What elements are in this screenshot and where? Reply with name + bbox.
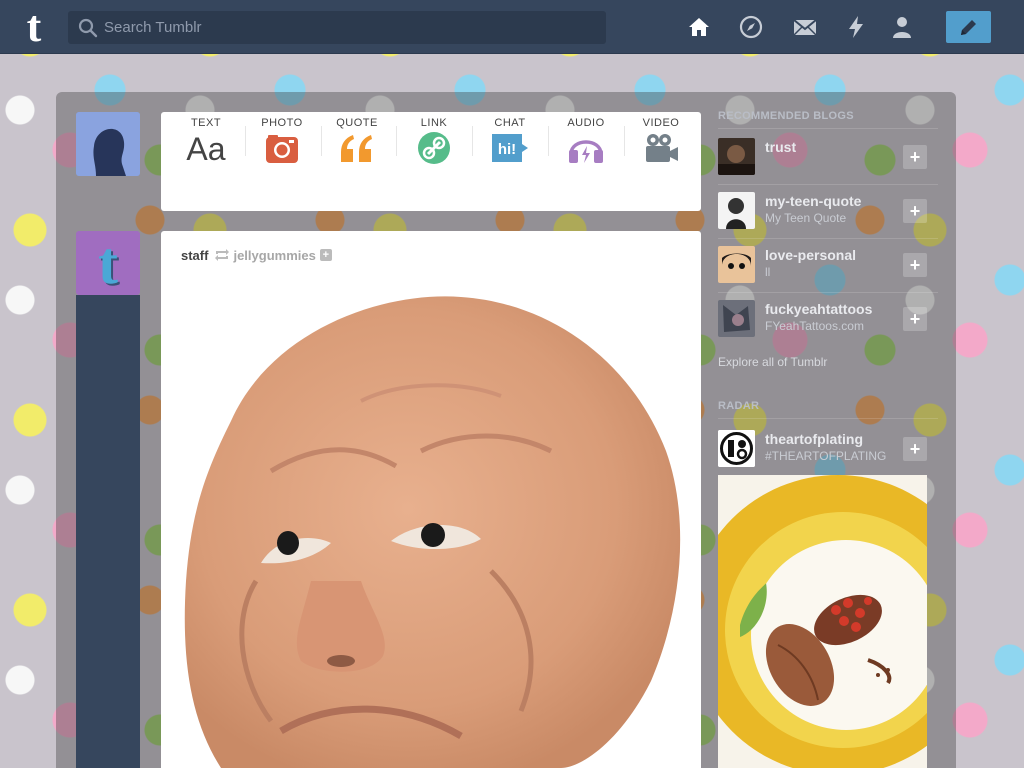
blog-avatar	[718, 192, 755, 229]
divider	[718, 292, 938, 293]
blog-title: #THEARTOFPLATING	[765, 449, 887, 463]
blog-name: fuckyeahtattoos	[765, 301, 873, 317]
radar-heading: RADAR	[718, 400, 760, 412]
dashboard-post: staff jellygummies +	[161, 231, 701, 768]
divider	[718, 184, 938, 185]
blog-name: trust	[765, 139, 797, 155]
blog-avatar	[718, 246, 755, 283]
follow-button[interactable]: +	[903, 199, 927, 223]
user-avatar[interactable]	[76, 112, 140, 176]
divider	[718, 238, 938, 239]
post-type-label: TEXT	[190, 117, 222, 129]
post-type-chat[interactable]: CHAT hi!	[472, 112, 548, 172]
post-type-label: VIDEO	[642, 117, 680, 129]
post-type-bar: TEXT Aa PHOTO QUOTE LINK CHAT hi! AUDIO …	[161, 112, 701, 211]
post-type-link[interactable]: LINK	[396, 112, 472, 172]
search-icon	[78, 18, 98, 38]
divider	[718, 128, 938, 129]
follow-button[interactable]: +	[903, 253, 927, 277]
home-icon[interactable]	[686, 14, 712, 40]
post-type-text[interactable]: TEXT Aa	[168, 112, 244, 172]
follow-button[interactable]: +	[903, 145, 927, 169]
follow-button[interactable]: +	[903, 437, 927, 461]
post-type-label: QUOTE	[336, 117, 378, 129]
recommended-blog[interactable]: trust +	[718, 138, 928, 180]
text-icon: Aa	[186, 132, 225, 164]
tumblr-logo[interactable]: t	[18, 5, 50, 49]
video-camera-icon	[646, 134, 678, 162]
post-type-label: LINK	[420, 117, 448, 129]
radar-blog[interactable]: theartofplating #THEARTOFPLATING +	[718, 430, 928, 472]
search-box[interactable]	[68, 11, 606, 44]
headphones-icon	[569, 140, 603, 163]
follow-button[interactable]: +	[903, 307, 927, 331]
post-type-label: PHOTO	[261, 117, 303, 129]
divider	[718, 418, 938, 419]
post-type-label: AUDIO	[567, 117, 605, 129]
blog-title: ll	[765, 265, 771, 279]
staff-avatar-letter: t	[98, 231, 118, 295]
chat-icon-glyph: hi!	[498, 141, 516, 158]
compass-icon[interactable]	[738, 14, 764, 40]
compose-button[interactable]	[946, 11, 991, 43]
avatar-rail	[76, 295, 140, 768]
blog-name: love-personal	[765, 247, 857, 263]
recommended-heading: RECOMMENDED BLOGS	[718, 110, 854, 122]
post-photo[interactable]	[161, 281, 701, 768]
link-icon	[418, 132, 450, 164]
blog-name: my-teen-quote	[765, 193, 862, 209]
staff-avatar[interactable]: t	[76, 231, 140, 295]
search-input[interactable]	[104, 11, 594, 44]
post-type-quote[interactable]: QUOTE	[319, 112, 395, 172]
blog-title: FYeahTattoos.com	[765, 319, 864, 333]
post-header: staff jellygummies +	[181, 247, 332, 263]
blog-title: My Teen Quote	[765, 211, 847, 225]
top-nav-bar: t	[0, 0, 1024, 54]
recommended-blog[interactable]: love-personal ll +	[718, 246, 928, 288]
blog-name: theartofplating	[765, 431, 863, 447]
camera-icon	[266, 135, 298, 163]
text-icon-glyph: Aa	[186, 132, 225, 164]
post-type-audio[interactable]: AUDIO	[548, 112, 624, 172]
silhouette-icon	[76, 112, 140, 176]
reblog-source-link[interactable]: jellygummies	[233, 248, 315, 263]
post-type-photo[interactable]: PHOTO	[244, 112, 320, 172]
pencil-icon	[961, 20, 976, 35]
follow-source-button[interactable]: +	[319, 249, 332, 261]
blog-avatar	[718, 138, 755, 175]
radar-post-photo[interactable]	[718, 475, 927, 768]
quote-icon	[341, 135, 372, 162]
chat-bubble-icon: hi!	[492, 134, 528, 162]
blog-avatar	[718, 300, 755, 337]
post-type-video[interactable]: VIDEO	[623, 112, 699, 172]
post-type-label: CHAT	[494, 117, 526, 129]
account-icon[interactable]	[889, 14, 915, 40]
explore-all-link[interactable]: Explore all of Tumblr	[718, 355, 827, 369]
recommended-blog[interactable]: my-teen-quote My Teen Quote +	[718, 192, 928, 234]
reblog-icon	[215, 249, 230, 261]
mail-icon[interactable]	[792, 14, 818, 40]
post-author-link[interactable]: staff	[181, 248, 208, 263]
lightning-icon[interactable]	[843, 14, 869, 40]
recommended-blog[interactable]: fuckyeahtattoos FYeahTattoos.com +	[718, 300, 928, 342]
